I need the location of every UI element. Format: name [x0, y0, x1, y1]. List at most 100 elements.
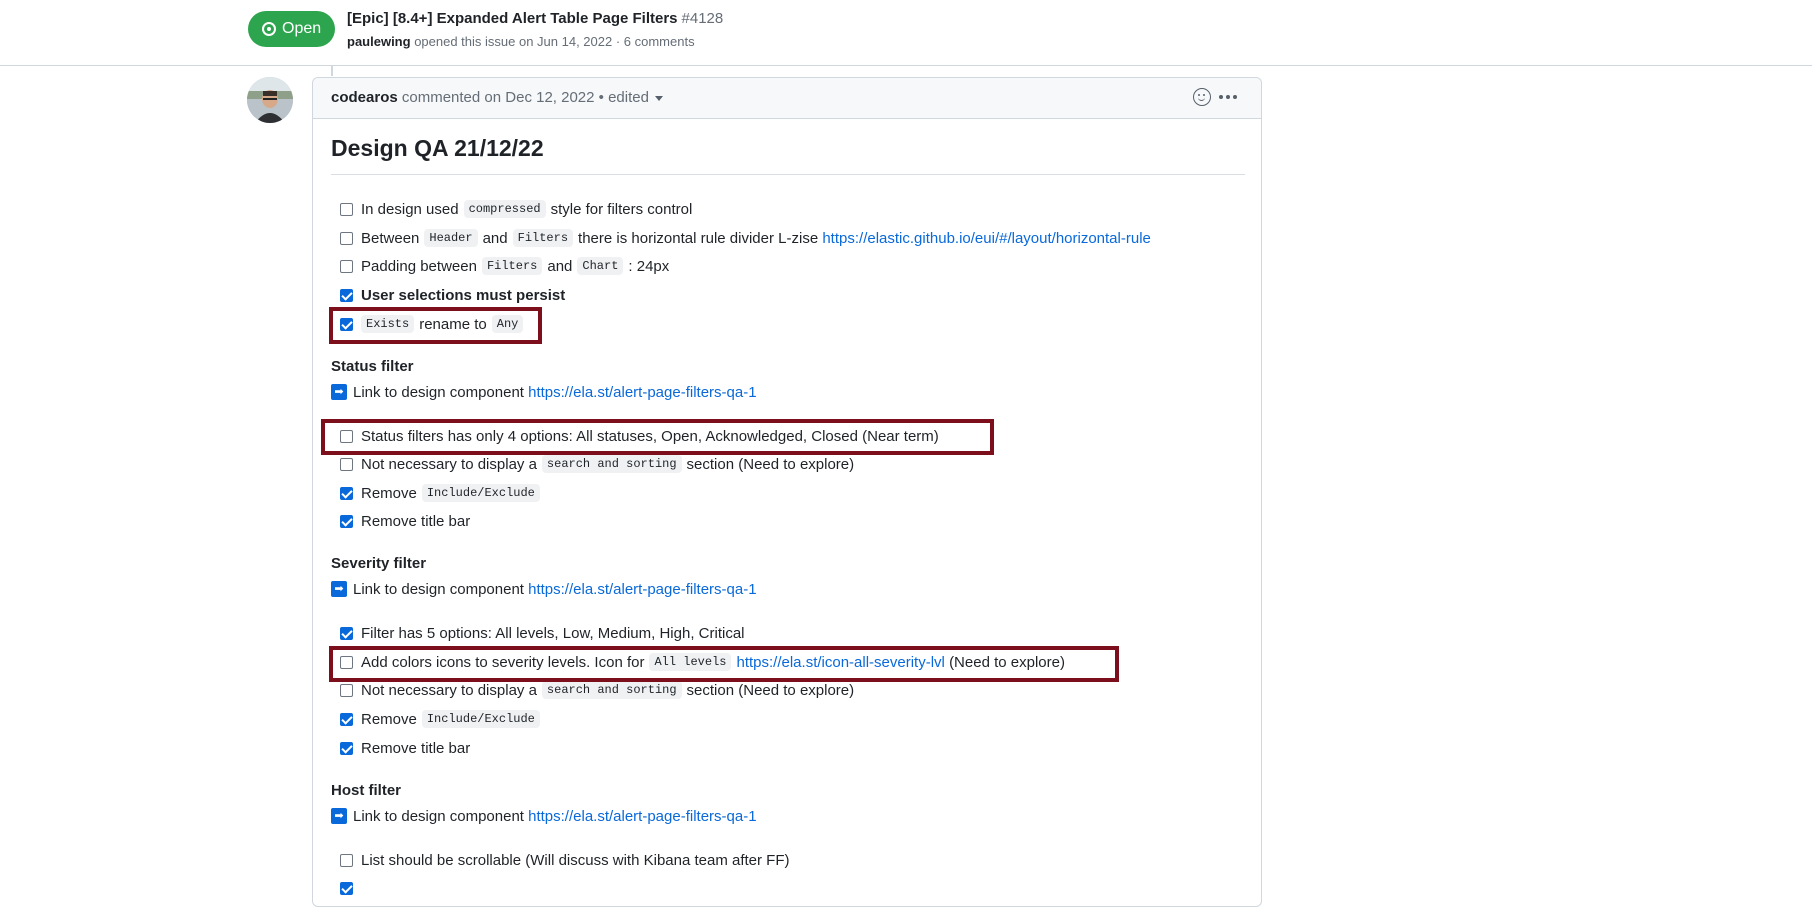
inline-code: search and sorting — [541, 681, 682, 699]
design-component-link[interactable]: https://ela.st/alert-page-filters-qa-1 — [528, 808, 756, 825]
task-checkbox[interactable] — [340, 853, 353, 867]
right-arrow-icon: ➡ — [331, 581, 347, 597]
task-checkbox[interactable] — [340, 202, 353, 216]
task-checkbox[interactable] — [340, 514, 353, 528]
task-text: Padding between — [361, 257, 477, 275]
design-component-link[interactable]: https://ela.st/alert-page-filters-qa-1 — [528, 384, 756, 401]
design-component-link[interactable]: https://ela.st/alert-page-filters-qa-1 — [528, 581, 756, 598]
comment-meta-text: commented on Dec 12, 2022 • edited — [401, 89, 649, 106]
task-text: Remove title bar — [361, 739, 471, 757]
right-arrow-icon: ➡ — [331, 384, 347, 400]
issue-opened-icon — [262, 22, 276, 36]
task-text: Between — [361, 229, 420, 247]
avatar[interactable] — [247, 77, 293, 123]
task-item: Remove Include/Exclude — [331, 707, 545, 731]
issue-state-label: Open — [282, 20, 322, 37]
inline-code: All levels — [649, 653, 732, 671]
task-item: Padding between Filters and Chart : 24px — [331, 254, 669, 278]
inline-code: Filters — [512, 229, 574, 247]
task-text: : 24px — [628, 257, 670, 275]
task-item: Status filters has only 4 options: All s… — [331, 424, 939, 448]
task-checkbox[interactable] — [340, 457, 353, 471]
issue-title[interactable]: [Epic] [8.4+] Expanded Alert Table Page … — [347, 10, 723, 27]
comment-header: codearos commented on Dec 12, 2022 • edi… — [313, 78, 1261, 119]
issue-state-badge: Open — [248, 11, 336, 47]
task-text: Filter has 5 options: All levels, Low, M… — [361, 624, 745, 642]
task-checkbox[interactable] — [340, 317, 353, 331]
task-item: List should be scrollable (Will discuss … — [331, 848, 790, 872]
task-item: Remove Include/Exclude — [331, 481, 545, 505]
heading-divider — [331, 174, 1245, 175]
task-item: Not necessary to display a search and so… — [331, 678, 854, 702]
task-checkbox[interactable] — [340, 231, 353, 245]
horizontal-rule-link[interactable]: https://elastic.github.io/eui/#/layout/h… — [822, 230, 1151, 247]
issue-title-text[interactable]: [Epic] [8.4+] Expanded Alert Table Page … — [347, 10, 678, 27]
task-text: Not necessary to display a — [361, 681, 537, 699]
task-item — [331, 876, 361, 900]
edit-history-caret-icon[interactable] — [654, 95, 663, 101]
host-filter-heading: Host filter — [331, 782, 402, 799]
task-text: Not necessary to display a — [361, 455, 537, 473]
inline-code: Filters — [481, 257, 543, 275]
more-options-kebab-icon[interactable] — [1219, 95, 1223, 99]
task-checkbox[interactable] — [340, 486, 353, 500]
issue-meta-text: opened this issue on Jun 14, 2022 · 6 co… — [414, 34, 695, 49]
timeline-line — [331, 66, 333, 76]
task-text: (Need to explore) — [949, 653, 1065, 671]
comment-box: codearos commented on Dec 12, 2022 • edi… — [312, 77, 1262, 907]
task-checkbox[interactable] — [340, 259, 353, 273]
inline-code: Any — [491, 315, 524, 333]
issue-meta: paulewing opened this issue on Jun 14, 2… — [347, 34, 695, 49]
issue-header: Open [Epic] [8.4+] Expanded Alert Table … — [0, 0, 1812, 66]
task-checkbox[interactable] — [340, 288, 353, 302]
task-checkbox[interactable] — [340, 741, 353, 755]
task-text: style for filters control — [550, 200, 693, 218]
task-item: Between Header and Filters there is hori… — [331, 226, 1151, 250]
severity-filter-heading: Severity filter — [331, 555, 427, 572]
task-checkbox[interactable] — [340, 429, 353, 443]
task-text: section (Need to explore) — [686, 681, 855, 699]
task-text: Add colors icons to severity levels. Ico… — [361, 653, 645, 671]
task-checkbox[interactable] — [340, 712, 353, 726]
task-text: rename to — [419, 315, 487, 333]
severity-icon-link[interactable]: https://ela.st/icon-all-severity-lvl — [736, 654, 944, 671]
inline-code: Include/Exclude — [421, 710, 540, 728]
link-label: Link to design component — [353, 580, 524, 598]
design-link-row: ➡ Link to design component https://ela.s… — [331, 577, 757, 601]
task-checkbox[interactable] — [340, 655, 353, 669]
inline-code: Chart — [577, 257, 624, 275]
comment-meta: codearos commented on Dec 12, 2022 • edi… — [331, 89, 663, 106]
avatar-image — [247, 77, 293, 123]
add-reaction-smiley-icon[interactable] — [1193, 88, 1211, 106]
task-checkbox[interactable] — [340, 626, 353, 640]
inline-code: Exists — [361, 315, 415, 333]
issue-author-link[interactable]: paulewing — [347, 34, 411, 49]
task-checkbox[interactable] — [340, 881, 353, 895]
task-item: Filter has 5 options: All levels, Low, M… — [331, 621, 745, 645]
task-text: In design used — [361, 200, 459, 218]
task-text: Status filters has only 4 options: All s… — [361, 427, 939, 445]
link-label: Link to design component — [353, 807, 524, 825]
task-text: Remove title bar — [361, 512, 471, 530]
comment-heading: Design QA 21/12/22 — [331, 135, 544, 161]
task-item: Exists rename to Any — [331, 312, 528, 336]
task-item: Not necessary to display a search and so… — [331, 452, 854, 476]
comment-author-link[interactable]: codearos — [331, 89, 398, 106]
design-link-row: ➡ Link to design component https://ela.s… — [331, 804, 757, 828]
task-item: In design used compressed style for filt… — [331, 197, 692, 221]
link-label: Link to design component — [353, 383, 524, 401]
right-arrow-icon: ➡ — [331, 808, 347, 824]
inline-code: compressed — [463, 200, 546, 218]
task-item: Remove title bar — [331, 736, 470, 760]
task-checkbox[interactable] — [340, 683, 353, 697]
task-text: and — [482, 229, 508, 247]
design-link-row: ➡ Link to design component https://ela.s… — [331, 380, 757, 404]
task-text: and — [547, 257, 573, 275]
inline-code: Include/Exclude — [421, 484, 540, 502]
status-filter-heading: Status filter — [331, 358, 414, 375]
task-text: User selections must persist — [361, 286, 566, 304]
task-item: User selections must persist — [331, 283, 565, 307]
inline-code: search and sorting — [541, 455, 682, 473]
task-text: Remove — [361, 710, 417, 728]
task-text: List should be scrollable (Will discuss … — [361, 851, 790, 869]
